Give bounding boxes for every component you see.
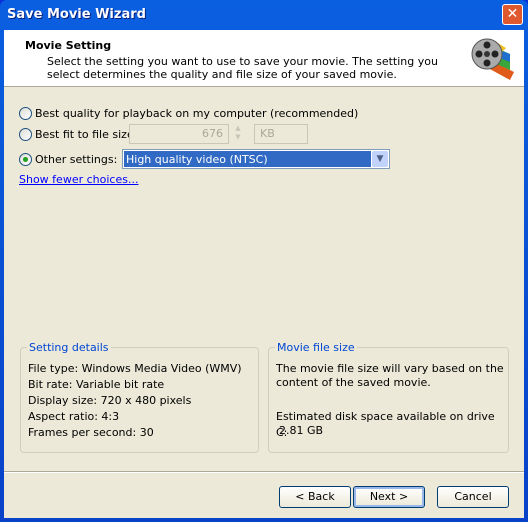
show-fewer-choices-link[interactable]: Show fewer choices... [19, 173, 138, 186]
radio-button[interactable] [19, 127, 32, 141]
radio-button[interactable] [19, 106, 32, 120]
client-area: Movie Setting Select the setting you wan… [4, 30, 524, 518]
radio-button-selected[interactable] [19, 152, 32, 166]
dropdown-value: High quality video (NTSC) [124, 151, 371, 167]
detail-line: Display size: 720 x 480 pixels [28, 394, 192, 407]
group-legend: Setting details [27, 341, 111, 354]
wizard-header: Movie Setting Select the setting you wan… [4, 30, 524, 87]
detail-line: Aspect ratio: 4:3 [28, 410, 120, 423]
radio-label: Best quality for playback on my computer… [35, 106, 359, 120]
file-size-text: content of the saved movie. [276, 376, 431, 389]
cancel-button[interactable]: Cancel [437, 486, 509, 508]
back-button[interactable]: < Back [279, 486, 351, 508]
spinner-arrows-icon[interactable]: ▲ ▼ [231, 124, 245, 144]
page-title: Movie Setting [25, 39, 112, 52]
radio-best-fit[interactable]: Best fit to file size: [19, 124, 137, 144]
chevron-down-icon[interactable]: ▼ [372, 151, 388, 167]
movie-film-reel-icon [471, 38, 514, 80]
other-settings-dropdown[interactable]: High quality video (NTSC) ▼ [122, 149, 390, 169]
file-size-input[interactable]: 676 [129, 124, 229, 144]
wizard-window: Save Movie Wizard ✕ Movie Setting Select… [0, 0, 528, 522]
radio-other-settings[interactable]: Other settings: [19, 149, 117, 169]
next-button[interactable]: Next > [353, 486, 425, 508]
close-icon[interactable]: ✕ [502, 4, 523, 25]
page-description: Select the setting you want to use to sa… [47, 55, 438, 81]
unit-select[interactable]: KB [254, 124, 308, 144]
unit-value: KB [260, 127, 275, 140]
detail-line: Bit rate: Variable bit rate [28, 378, 165, 391]
movie-file-size-group: Movie file size The movie file size will… [268, 341, 509, 453]
setting-details-group: Setting details File type: Windows Media… [20, 341, 259, 453]
divider [4, 471, 524, 473]
window-title: Save Movie Wizard [7, 7, 146, 22]
radio-best-quality[interactable]: Best quality for playback on my computer… [19, 103, 358, 123]
disk-space-value: 2.81 GB [279, 424, 324, 437]
group-legend: Movie file size [275, 341, 357, 354]
radio-label: Other settings: [35, 152, 118, 166]
detail-line: Frames per second: 30 [28, 426, 154, 439]
detail-line: File type: Windows Media Video (WMV) [28, 362, 242, 375]
radio-label: Best fit to file size: [35, 127, 138, 141]
